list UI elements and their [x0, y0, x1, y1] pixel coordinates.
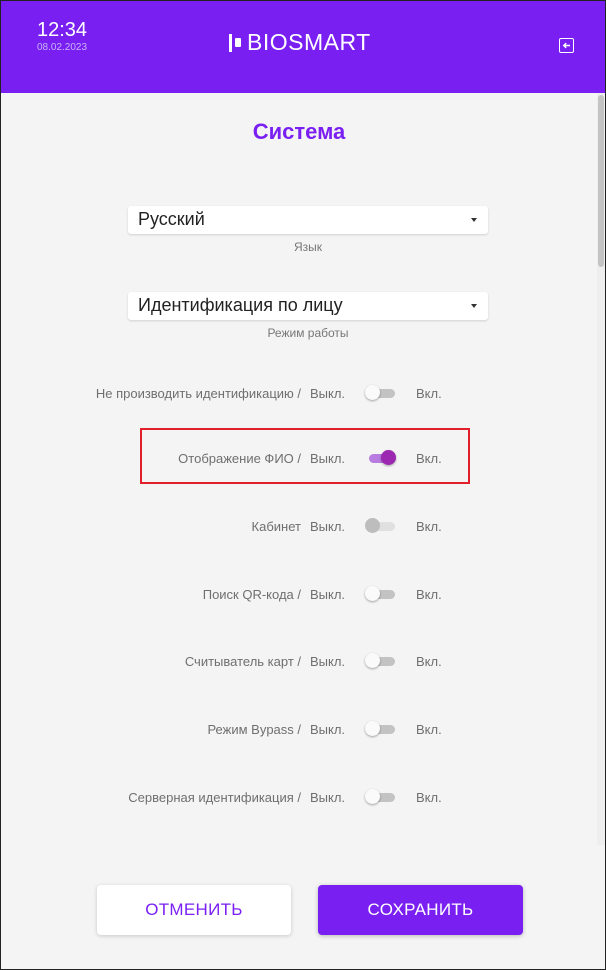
language-select-value: Русский [138, 209, 205, 229]
server-identification-toggle[interactable] [365, 788, 399, 806]
setting-on-label: Вкл. [416, 654, 442, 669]
setting-label: Не производить идентификацию / [95, 386, 301, 401]
mode-helper: Режим работы [267, 326, 349, 340]
setting-label: Считыватель карт / [184, 654, 301, 669]
setting-label: Режим Bypass / [207, 722, 301, 737]
language-select[interactable]: Русский [128, 206, 488, 234]
setting-on-label: Вкл. [416, 519, 442, 534]
clock-date: 08.02.2023 [37, 42, 88, 53]
cabinet-toggle[interactable] [365, 517, 399, 535]
setting-on-label: Вкл. [416, 587, 442, 602]
setting-label: Кабинет [251, 519, 301, 534]
highlight-frame [140, 428, 470, 484]
bypass-toggle[interactable] [365, 720, 399, 738]
chevron-down-icon [471, 218, 477, 222]
mode-select[interactable]: Идентификация по лицу [128, 292, 488, 320]
setting-label: Серверная идентификация / [128, 790, 301, 805]
no-identification-toggle[interactable] [365, 384, 399, 402]
clock-time: 12:34 [37, 19, 88, 41]
setting-row-qr-search: Поиск QR-кода / Выкл. Вкл. [1, 580, 597, 608]
setting-off-label: Выкл. [310, 790, 346, 805]
action-bar: ОТМЕНИТЬ СОХРАНИТЬ [1, 845, 605, 969]
setting-row-server-identification: Серверная идентификация / Выкл. Вкл. [1, 783, 597, 811]
setting-off-label: Выкл. [310, 519, 346, 534]
setting-row-card-reader: Считыватель карт / Выкл. Вкл. [1, 647, 597, 675]
setting-row-no-identification: Не производить идентификацию / Выкл. Вкл… [1, 379, 597, 407]
scrollbar-thumb[interactable] [598, 95, 604, 267]
cancel-button[interactable]: ОТМЕНИТЬ [97, 885, 291, 935]
setting-row-cabinet: Кабинет Выкл. Вкл. [1, 512, 597, 540]
setting-off-label: Выкл. [310, 654, 346, 669]
clock: 12:34 08.02.2023 [37, 19, 87, 53]
exit-icon[interactable] [559, 38, 574, 53]
mode-select-value: Идентификация по лицу [138, 295, 343, 315]
setting-on-label: Вкл. [416, 722, 442, 737]
logo-mark-icon [229, 33, 241, 52]
page-title: Система [252, 119, 346, 144]
card-reader-toggle[interactable] [365, 652, 399, 670]
setting-row-bypass: Режим Bypass / Выкл. Вкл. [1, 715, 597, 743]
device-screen: 12:34 08.02.2023 BIOSMART Система Русски… [0, 0, 606, 970]
setting-label: Поиск QR-кода / [202, 587, 301, 602]
qr-search-toggle[interactable] [365, 585, 399, 603]
save-button[interactable]: СОХРАНИТЬ [318, 885, 523, 935]
chevron-down-icon [471, 304, 477, 308]
setting-off-label: Выкл. [310, 386, 346, 401]
setting-on-label: Вкл. [416, 386, 442, 401]
app-header: 12:34 08.02.2023 BIOSMART [1, 1, 605, 93]
setting-off-label: Выкл. [310, 722, 346, 737]
language-helper: Язык [293, 240, 323, 254]
setting-on-label: Вкл. [416, 790, 442, 805]
setting-off-label: Выкл. [310, 587, 346, 602]
settings-panel: Система Русский Язык Идентификация по ли… [1, 93, 597, 845]
brand-name: BIOSMART [247, 29, 371, 55]
brand-logo: BIOSMART [229, 29, 371, 56]
